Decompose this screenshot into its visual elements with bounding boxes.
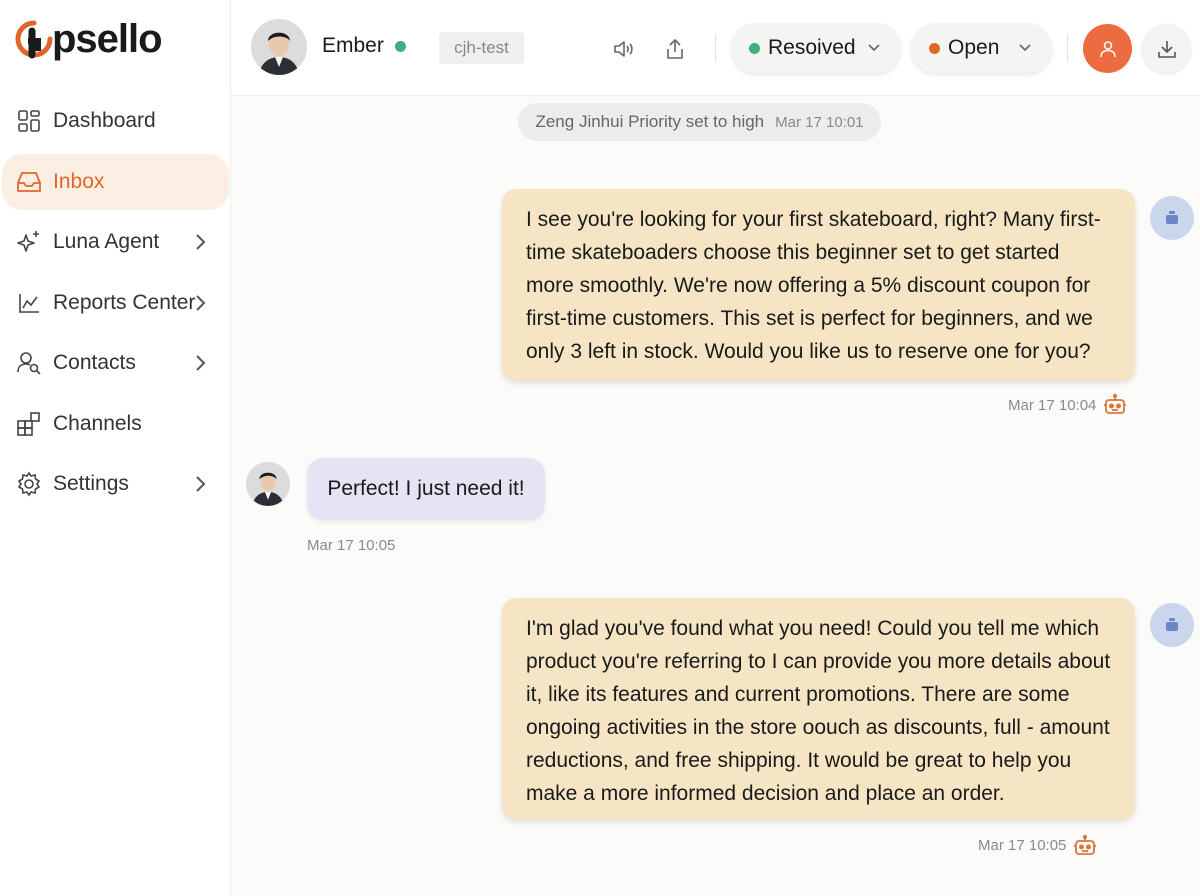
sidebar-item-label: Settings bbox=[53, 472, 129, 495]
chevron-right-icon bbox=[196, 476, 206, 492]
sidebar-item-contacts[interactable]: Contacts bbox=[2, 335, 229, 391]
robot-icon bbox=[1074, 834, 1096, 855]
gear-icon bbox=[16, 471, 42, 497]
chart-icon bbox=[16, 290, 42, 316]
resolved-status-dropdown[interactable]: Resoived bbox=[731, 23, 901, 73]
system-note-text: Zeng Jinhui Priority set to high bbox=[535, 112, 765, 131]
robot-icon bbox=[1104, 393, 1126, 414]
message-time: Mar 17 10:05 bbox=[307, 537, 396, 554]
sidebar-nav: Dashboard Inbox Luna Agent Reports Cente… bbox=[0, 93, 231, 517]
open-status-dot bbox=[929, 42, 940, 54]
contact-avatar[interactable] bbox=[251, 19, 307, 75]
assign-user-button[interactable] bbox=[1083, 24, 1132, 73]
customer-avatar[interactable] bbox=[246, 462, 290, 506]
bot-avatar bbox=[1150, 603, 1194, 647]
contact-name: Ember bbox=[322, 34, 384, 57]
customer-message-bubble[interactable]: Perfect! I just need it! bbox=[307, 458, 545, 520]
inbox-icon bbox=[16, 169, 42, 195]
sidebar-item-label: Contacts bbox=[53, 351, 136, 374]
chevron-right-icon bbox=[196, 355, 206, 371]
chevron-right-icon bbox=[196, 234, 206, 250]
system-note: Zeng Jinhui Priority set to high Mar 17 … bbox=[518, 103, 881, 141]
conversation-header: Ember cjh-test Resoived Open bbox=[231, 0, 1200, 96]
divider bbox=[715, 34, 716, 62]
bot-icon bbox=[1166, 211, 1178, 224]
dashboard-icon bbox=[16, 108, 42, 134]
contacts-icon bbox=[16, 350, 42, 376]
message-time: Mar 17 10:05 bbox=[978, 837, 1067, 854]
upsello-logo[interactable]: psello bbox=[14, 14, 163, 64]
sidebar-item-inbox[interactable]: Inbox bbox=[2, 153, 229, 210]
sidebar-item-label: Reports Center bbox=[53, 290, 196, 314]
open-status-dropdown[interactable]: Open bbox=[911, 23, 1052, 73]
system-note-time: Mar 17 10:01 bbox=[775, 113, 864, 131]
conversation-thread: Zeng Jinhui Priority set to high Mar 17 … bbox=[231, 96, 1200, 896]
logo-text: psello bbox=[52, 17, 163, 61]
online-status-dot bbox=[395, 41, 406, 52]
download-button[interactable] bbox=[1142, 24, 1191, 73]
sidebar-item-label: Channels bbox=[53, 411, 142, 435]
chevron-down-icon bbox=[868, 44, 880, 52]
bot-avatar bbox=[1150, 196, 1194, 240]
download-icon bbox=[1157, 40, 1176, 58]
sidebar-item-reports-center[interactable]: Reports Center bbox=[2, 275, 229, 331]
message-time: Mar 17 10:04 bbox=[1008, 397, 1097, 414]
sidebar-item-label: Inbox bbox=[53, 169, 105, 193]
contact-tag[interactable]: cjh-test bbox=[439, 32, 524, 64]
share-icon[interactable] bbox=[662, 36, 688, 62]
sidebar-item-channels[interactable]: Channels bbox=[2, 396, 229, 452]
user-icon bbox=[1099, 40, 1116, 57]
bot-message-bubble[interactable]: I'm glad you've found what you need! Cou… bbox=[502, 598, 1135, 820]
sparkle-icon bbox=[16, 229, 42, 255]
resolved-status-label: Resoived bbox=[768, 36, 856, 59]
resolved-status-dot bbox=[749, 42, 760, 54]
sidebar-item-luna-agent[interactable]: Luna Agent bbox=[2, 214, 229, 270]
sidebar-item-dashboard[interactable]: Dashboard bbox=[2, 93, 229, 149]
sidebar: psello Dashboard Inbox Luna Agent Report… bbox=[0, 0, 231, 896]
divider bbox=[1067, 34, 1068, 62]
channels-icon bbox=[16, 411, 42, 437]
speaker-icon[interactable] bbox=[611, 36, 637, 62]
bot-icon bbox=[1166, 618, 1178, 631]
sidebar-item-settings[interactable]: Settings bbox=[2, 456, 229, 512]
chevron-down-icon bbox=[1019, 44, 1031, 52]
chevron-right-icon bbox=[196, 294, 206, 311]
logo-mark-icon bbox=[14, 19, 54, 59]
bot-message-bubble[interactable]: I see you're looking for your first skat… bbox=[502, 189, 1135, 381]
sidebar-item-label: Dashboard bbox=[53, 109, 156, 132]
sidebar-item-label: Luna Agent bbox=[53, 230, 160, 253]
open-status-label: Open bbox=[948, 36, 1000, 59]
